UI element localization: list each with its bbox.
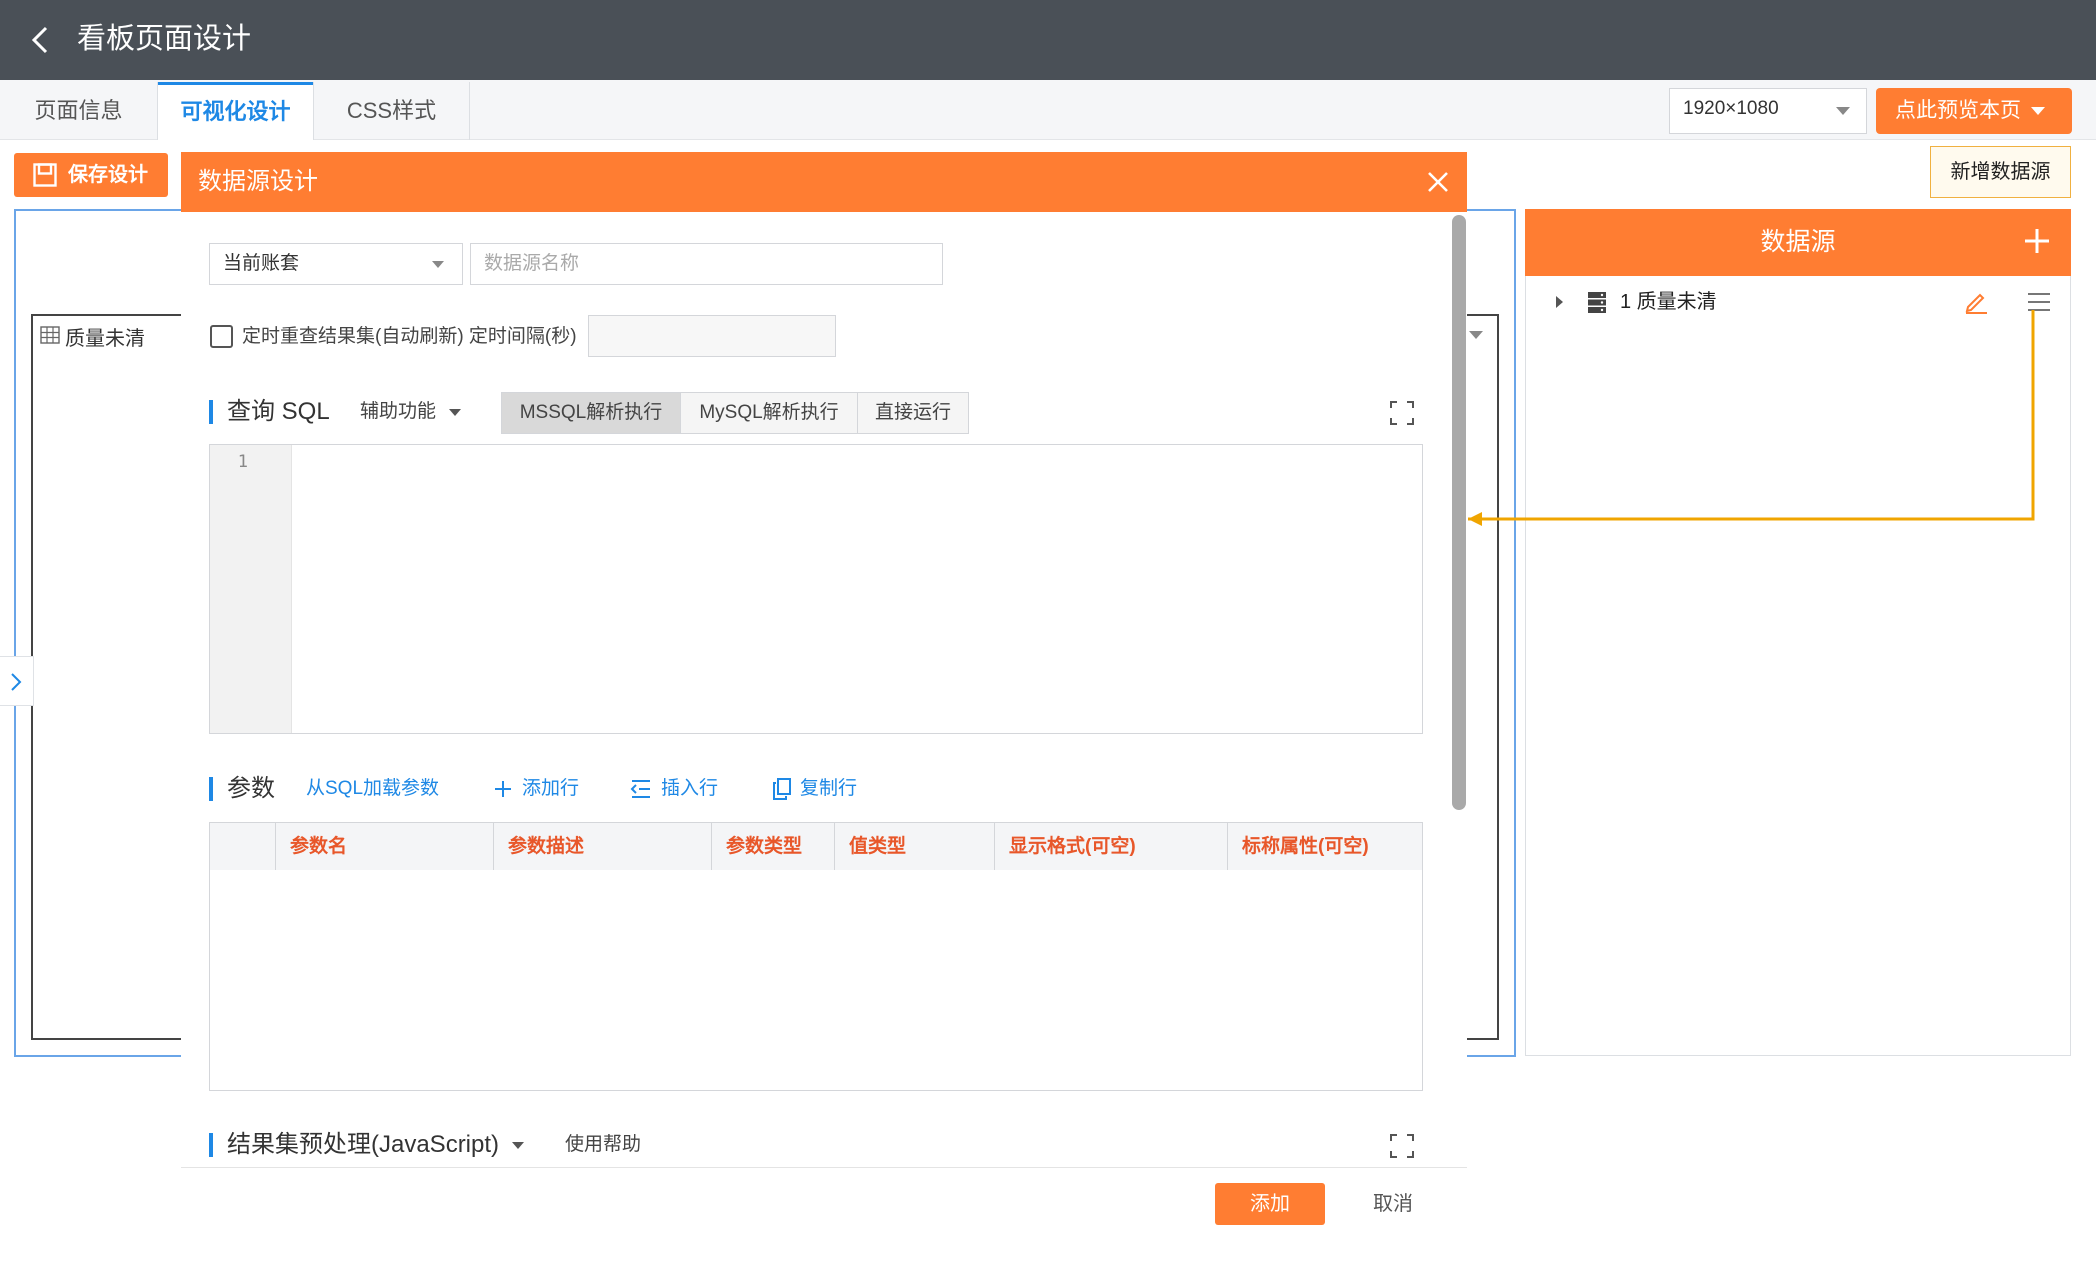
tab-css-style[interactable]: CSS样式 xyxy=(314,82,469,140)
plus-icon xyxy=(495,781,511,797)
params-section-title: 参数 xyxy=(227,775,275,802)
line-number: 1 xyxy=(237,452,248,472)
tab-page-info[interactable]: 页面信息 xyxy=(0,82,157,140)
datasource-name-placeholder: 数据源名称 xyxy=(484,253,580,274)
caret-down-icon xyxy=(432,261,444,268)
sql-section-title: 查询 SQL xyxy=(227,398,330,425)
auto-refresh-checkbox[interactable] xyxy=(210,325,233,348)
column-header[interactable]: 参数描述 xyxy=(508,822,584,871)
result-preprocess-title[interactable]: 结果集预处理(JavaScript) xyxy=(227,1129,499,1161)
resolution-value: 1920×1080 xyxy=(1683,98,1779,119)
save-icon xyxy=(33,163,57,187)
dialog-footer-divider xyxy=(181,1167,1467,1168)
dialog-header xyxy=(181,152,1467,212)
editor-gutter xyxy=(210,445,292,733)
direct-run-button[interactable]: 直接运行 xyxy=(857,392,969,434)
chevron-right-icon xyxy=(11,673,22,691)
back-arrow-icon[interactable] xyxy=(26,22,56,58)
annotation-arrow xyxy=(1468,310,2035,526)
dialog-scrollbar[interactable] xyxy=(1452,215,1466,810)
mysql-mode-button[interactable]: MySQL解析执行 xyxy=(680,392,858,434)
app-header xyxy=(0,0,2096,80)
caret-down-icon xyxy=(1836,107,1850,115)
canvas-panel-label: 质量未清 xyxy=(65,328,145,350)
page-title: 看板页面设计 xyxy=(77,23,252,55)
mssql-mode-button[interactable]: MSSQL解析执行 xyxy=(501,392,681,434)
column-header[interactable]: 值类型 xyxy=(849,822,906,871)
params-table-header xyxy=(209,822,1423,871)
section-marker xyxy=(209,1133,213,1157)
copy-icon xyxy=(773,778,791,800)
add-datasource-icon[interactable] xyxy=(2022,226,2052,256)
auto-refresh-label: 定时重查结果集(自动刷新) 定时间隔(秒) xyxy=(242,326,577,347)
column-header[interactable]: 标称属性(可空) xyxy=(1242,822,1369,871)
section-marker xyxy=(209,777,213,801)
fullscreen-icon[interactable] xyxy=(1389,400,1415,426)
column-divider xyxy=(275,822,276,871)
datasource-panel-title: 数据源 xyxy=(1760,228,1836,256)
load-params-from-sql-link[interactable]: 从SQL加载参数 xyxy=(306,774,439,804)
insert-row-icon xyxy=(630,780,650,798)
column-header[interactable]: 参数名 xyxy=(290,822,347,871)
table-icon xyxy=(40,326,60,344)
datasource-name-input[interactable]: 数据源名称 xyxy=(470,243,943,285)
params-table-body[interactable] xyxy=(209,870,1423,1091)
assist-function-dropdown[interactable]: 辅助功能 xyxy=(360,397,436,427)
column-divider xyxy=(1227,822,1228,871)
cancel-button[interactable]: 取消 xyxy=(1360,1183,1426,1225)
close-icon[interactable] xyxy=(1422,166,1454,198)
save-button-label: 保存设计 xyxy=(68,164,148,186)
sql-editor[interactable] xyxy=(209,444,1423,734)
add-button[interactable]: 添加 xyxy=(1215,1183,1325,1225)
account-select[interactable]: 当前账套 xyxy=(209,243,463,285)
add-row-button[interactable]: 添加行 xyxy=(522,774,579,804)
column-divider xyxy=(834,822,835,871)
section-marker xyxy=(209,400,213,424)
refresh-interval-input[interactable] xyxy=(588,315,836,357)
add-datasource-tooltip: 新增数据源 xyxy=(1930,146,2071,198)
preview-button-label: 点此预览本页 xyxy=(1895,99,2021,122)
dialog-title: 数据源设计 xyxy=(198,168,318,195)
column-divider xyxy=(493,822,494,871)
column-divider xyxy=(994,822,995,871)
caret-down-icon xyxy=(449,409,461,416)
expand-sidebar-button[interactable] xyxy=(0,656,34,706)
account-select-value: 当前账套 xyxy=(223,253,300,274)
copy-row-button[interactable]: 复制行 xyxy=(800,774,857,804)
datasource-dialog xyxy=(181,212,1467,1263)
insert-row-button[interactable]: 插入行 xyxy=(661,774,718,804)
fullscreen-icon[interactable] xyxy=(1389,1133,1415,1159)
caret-down-icon xyxy=(2031,107,2045,115)
usage-help-link[interactable]: 使用帮助 xyxy=(565,1130,641,1160)
column-header[interactable]: 显示格式(可空) xyxy=(1009,822,1136,871)
caret-down-icon[interactable] xyxy=(512,1142,524,1149)
tab-divider xyxy=(469,82,470,140)
column-header[interactable]: 参数类型 xyxy=(726,822,802,871)
tab-visual-design[interactable]: 可视化设计 xyxy=(158,82,313,140)
column-divider xyxy=(711,822,712,871)
